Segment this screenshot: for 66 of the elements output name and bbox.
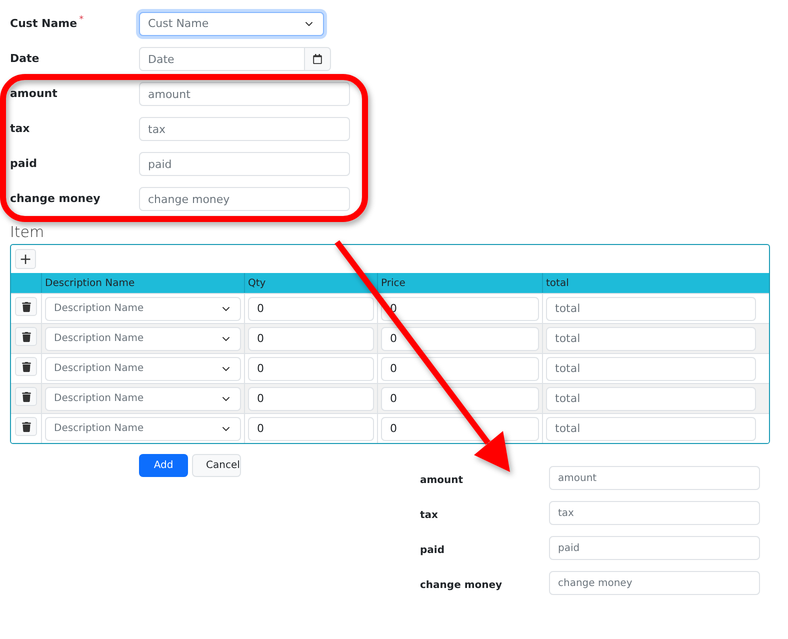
select-placeholder: Description Name [54, 392, 144, 406]
customer-select[interactable]: Cust Name [139, 12, 324, 36]
field-label: tax [10, 120, 30, 137]
delete-button[interactable] [15, 357, 37, 376]
select-placeholder: Description Name [54, 362, 144, 376]
field-label: paid [10, 156, 37, 172]
trash-icon [22, 422, 30, 432]
column-header: Description Name [45, 276, 135, 290]
delete-button[interactable] [15, 417, 37, 436]
calendar-button[interactable] [305, 47, 331, 71]
add-row-button[interactable]: + [15, 249, 36, 269]
field-label: amount [420, 475, 464, 486]
section-title: Item [10, 222, 46, 242]
qty-field[interactable]: 0 [248, 356, 374, 380]
column-header: total [546, 276, 569, 290]
price-field[interactable]: 0 [381, 356, 539, 380]
select-placeholder: Description Name [54, 332, 144, 346]
date-field[interactable]: Date [139, 47, 305, 71]
trash-icon [22, 392, 30, 402]
trash-icon [22, 362, 30, 372]
select-placeholder: Description Name [54, 422, 144, 436]
field-label: Date [10, 50, 40, 67]
text-field[interactable]: change money [549, 571, 760, 595]
description-select[interactable]: Description Name [45, 386, 241, 410]
price-field[interactable]: 0 [381, 416, 539, 440]
total-field[interactable]: total [546, 386, 756, 410]
text-field[interactable]: paid [549, 536, 760, 560]
text-field[interactable]: amount [139, 82, 350, 106]
trash-icon [22, 302, 30, 312]
column-header: Qty [248, 276, 266, 290]
total-field[interactable]: total [546, 326, 756, 350]
field-label: change money [420, 580, 502, 591]
delete-button[interactable] [15, 297, 37, 316]
total-field[interactable]: total [546, 356, 756, 380]
description-select[interactable]: Description Name [45, 356, 241, 380]
text-field[interactable]: change money [139, 187, 350, 211]
required-mark: * [79, 16, 84, 25]
field-label: change money [10, 190, 100, 207]
text-field[interactable]: paid [139, 152, 350, 176]
add-button[interactable]: Add [139, 454, 188, 477]
field-label: tax [420, 510, 438, 521]
description-select[interactable]: Description Name [45, 296, 241, 320]
select-placeholder: Cust Name [148, 16, 209, 32]
column-header: Price [381, 276, 406, 290]
field-label: Cust Name [10, 16, 78, 32]
description-select[interactable]: Description Name [45, 326, 241, 350]
select-placeholder: Description Name [54, 302, 144, 316]
description-select[interactable]: Description Name [45, 416, 241, 440]
price-field[interactable]: 0 [381, 326, 539, 350]
qty-field[interactable]: 0 [248, 326, 374, 350]
field-label: amount [10, 86, 58, 102]
qty-field[interactable]: 0 [248, 386, 374, 410]
total-field[interactable]: total [546, 296, 756, 320]
qty-field[interactable]: 0 [248, 296, 374, 320]
price-field[interactable]: 0 [381, 386, 539, 410]
text-field[interactable]: amount [549, 466, 760, 490]
trash-icon [22, 332, 30, 342]
text-field[interactable]: tax [139, 117, 350, 141]
total-field[interactable]: total [546, 416, 756, 440]
text-field[interactable]: tax [549, 501, 760, 525]
cancel-button[interactable]: Cancel [192, 454, 241, 477]
delete-button[interactable] [15, 327, 37, 346]
field-label: paid [420, 545, 444, 556]
delete-button[interactable] [15, 387, 37, 406]
qty-field[interactable]: 0 [248, 416, 374, 440]
calendar-icon [313, 54, 322, 64]
